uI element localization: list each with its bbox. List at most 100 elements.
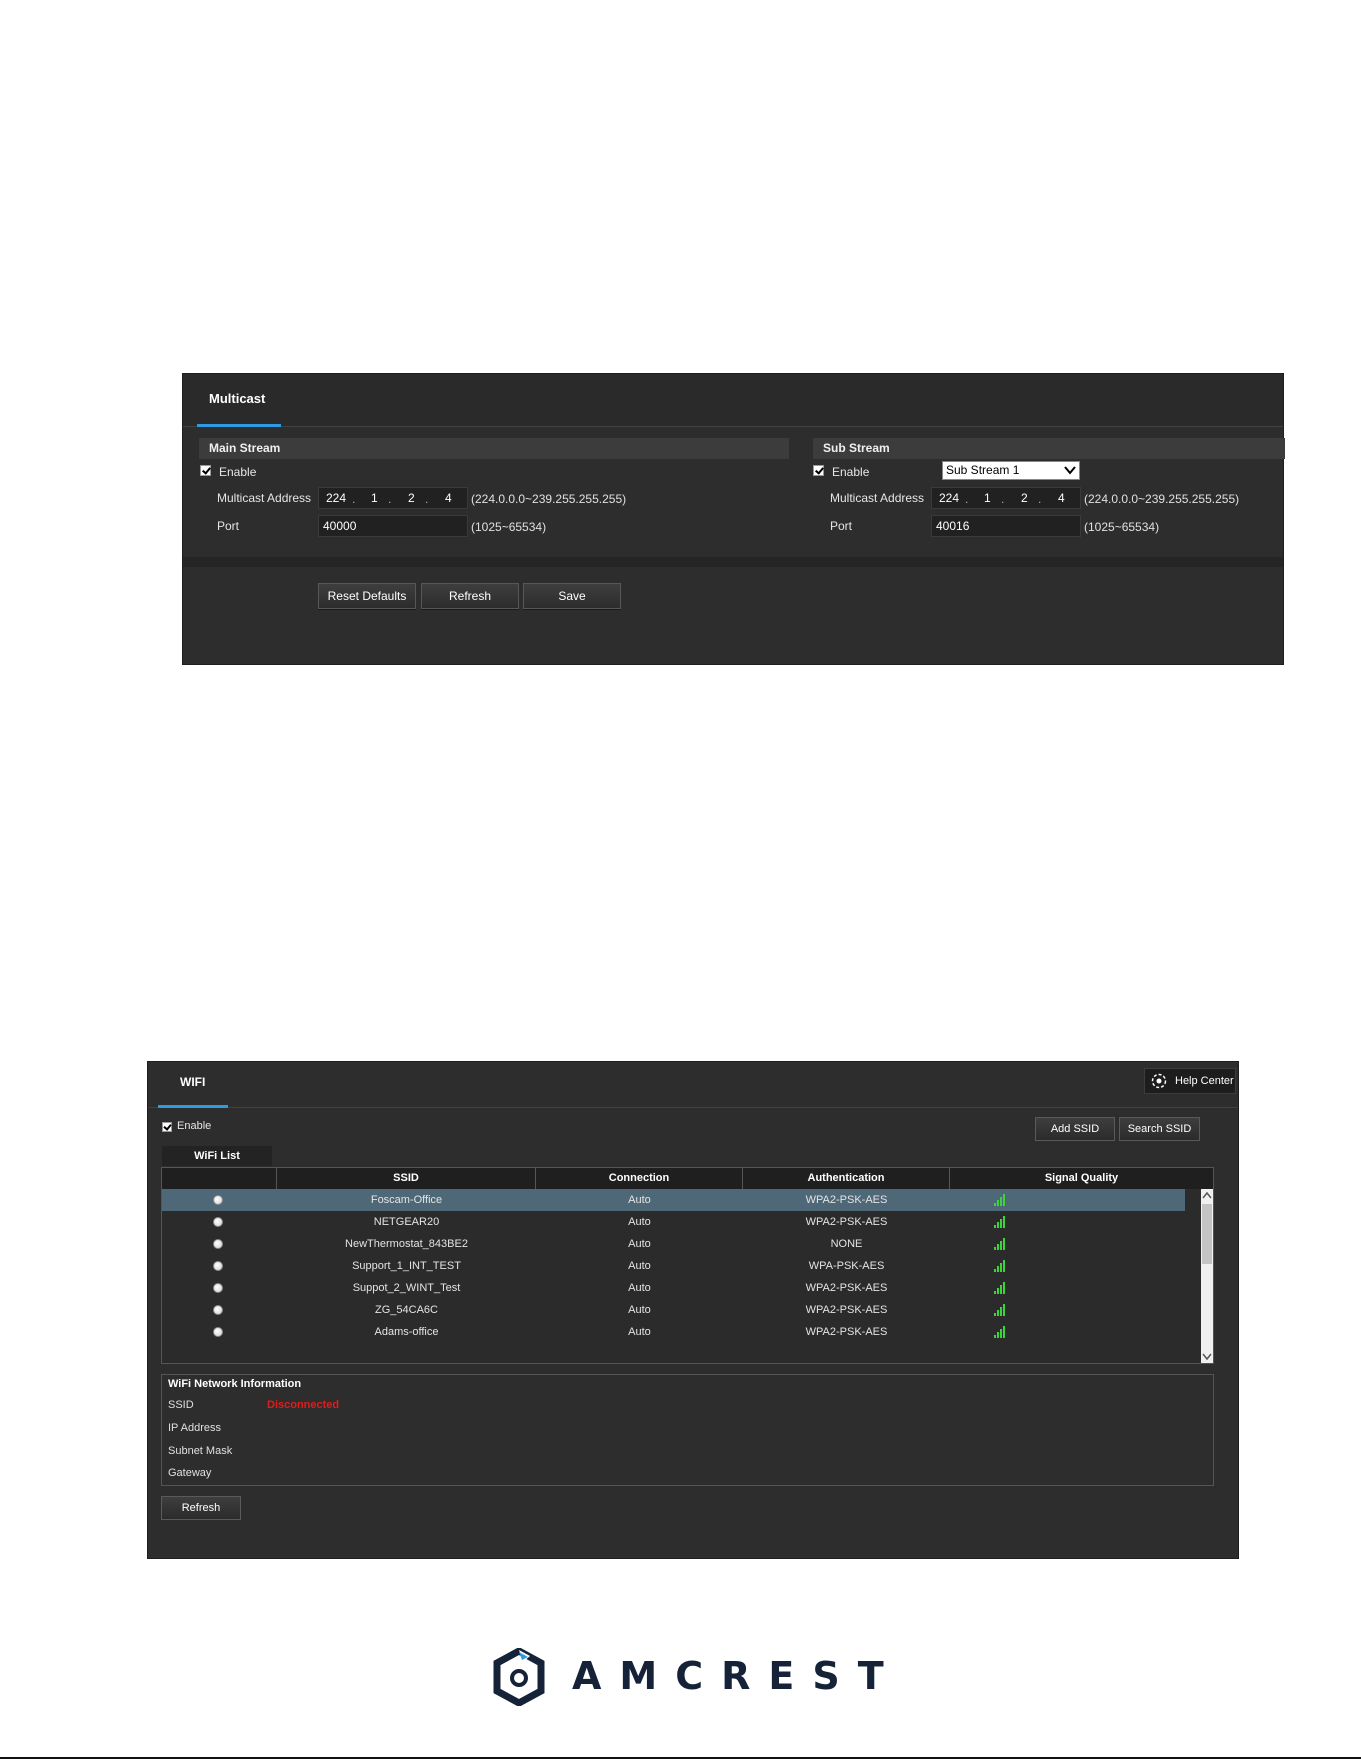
table-header: SSID Connection Authentication Signal Qu… (162, 1168, 1213, 1189)
ssid-cell: NewThermostat_843BE2 (345, 1238, 468, 1250)
ip-separator: . (352, 492, 356, 506)
save-button[interactable]: Save (523, 583, 621, 609)
ssid-cell: NETGEAR20 (373, 1216, 440, 1228)
main-stream-enable-checkbox[interactable] (200, 465, 211, 476)
column-header-select (162, 1168, 277, 1189)
ip-octet: 2 (408, 491, 415, 505)
main-stream-enable-label: Enable (219, 465, 257, 479)
multicast-panel: Multicast Main Stream Enable Multicast A… (182, 373, 1285, 665)
tab-multicast[interactable]: Multicast (197, 374, 281, 427)
row-select-radio[interactable] (213, 1217, 223, 1227)
table-row[interactable]: Suppot_2_WINT_Test Auto WPA2-PSK-AES (162, 1277, 1185, 1299)
wifi-list-table: SSID Connection Authentication Signal Qu… (161, 1167, 1214, 1364)
signal-strength-icon (994, 1304, 1008, 1316)
authentication-cell: WPA2-PSK-AES (805, 1216, 888, 1228)
table-scrollbar[interactable] (1201, 1189, 1213, 1363)
help-center-button[interactable]: Help Center (1144, 1068, 1236, 1094)
ip-separator: . (965, 492, 969, 506)
ip-separator: . (425, 492, 429, 506)
sub-stream-select-value: Sub Stream 1 (946, 463, 1020, 477)
sub-multicast-address-label: Multicast Address (830, 491, 925, 505)
sub-stream-enable-label: Enable (832, 465, 870, 479)
amcrest-logo: AMCREST (492, 1648, 884, 1708)
wifi-info-ssid-label: SSID (168, 1399, 194, 1411)
connection-cell: Auto (628, 1194, 651, 1206)
ssid-cell: Foscam-Office (370, 1194, 443, 1206)
wifi-info-title: WiFi Network Information (168, 1378, 302, 1390)
column-header-authentication: Authentication (743, 1168, 950, 1189)
connection-cell: Auto (628, 1260, 651, 1272)
ip-separator: . (1038, 492, 1042, 506)
table-row[interactable]: Adams-office Auto WPA2-PSK-AES (162, 1321, 1185, 1343)
table-row[interactable]: NETGEAR20 Auto WPA2-PSK-AES (162, 1211, 1185, 1233)
row-select-radio[interactable] (213, 1305, 223, 1315)
search-ssid-button[interactable]: Search SSID (1119, 1117, 1200, 1141)
amcrest-logo-mark (493, 1648, 545, 1706)
wifi-info-ip-label: IP Address (168, 1422, 221, 1434)
refresh-button[interactable]: Refresh (421, 583, 519, 609)
row-select-radio[interactable] (213, 1261, 223, 1271)
signal-strength-icon (994, 1282, 1008, 1294)
sub-stream-enable-checkbox[interactable] (813, 465, 824, 476)
connection-cell: Auto (628, 1326, 651, 1338)
sub-port-input[interactable]: 40016 (931, 515, 1081, 537)
help-center-icon (1151, 1073, 1167, 1089)
ip-octet: 4 (1058, 491, 1065, 505)
connection-cell: Auto (628, 1238, 651, 1250)
sub-multicast-address-input[interactable]: 224 . 1 . 2 . 4 (931, 487, 1081, 509)
table-row[interactable]: ZG_54CA6C Auto WPA2-PSK-AES (162, 1299, 1185, 1321)
main-address-range-hint: (224.0.0.0~239.255.255.255) (471, 492, 627, 506)
add-ssid-button[interactable]: Add SSID (1035, 1117, 1115, 1141)
chevron-down-icon[interactable] (1202, 1350, 1212, 1362)
wifi-refresh-button[interactable]: Refresh (161, 1496, 241, 1520)
tab-active-indicator (197, 424, 281, 427)
main-port-range-hint: (1025~65534) (471, 520, 547, 534)
sub-address-range-hint: (224.0.0.0~239.255.255.255) (1084, 492, 1240, 506)
tab-multicast-label: Multicast (209, 391, 266, 406)
ssid-cell: ZG_54CA6C (375, 1304, 438, 1316)
connection-cell: Auto (628, 1216, 651, 1228)
signal-strength-icon (994, 1260, 1008, 1272)
signal-strength-icon (994, 1216, 1008, 1228)
signal-strength-icon (994, 1238, 1008, 1250)
authentication-cell: WPA2-PSK-AES (805, 1326, 888, 1338)
ip-octet: 224 (326, 491, 347, 505)
wifi-list-tab[interactable]: WiFi List (162, 1146, 272, 1166)
tab-active-indicator (158, 1105, 228, 1108)
column-header-connection: Connection (536, 1168, 743, 1189)
wifi-enable-label: Enable (177, 1120, 212, 1132)
table-row[interactable]: NewThermostat_843BE2 Auto NONE (162, 1233, 1185, 1255)
wifi-info-mask-label: Subnet Mask (168, 1445, 233, 1457)
tab-wifi[interactable]: WIFI (158, 1062, 228, 1108)
ssid-cell: Support_1_INT_TEST (352, 1260, 461, 1272)
tab-wifi-label: WIFI (180, 1075, 206, 1089)
sub-stream-select[interactable]: Sub Stream 1 (942, 461, 1080, 480)
reset-defaults-button[interactable]: Reset Defaults (318, 583, 416, 609)
wifi-panel: WIFI Help Center Enable Add SSID Search … (147, 1061, 1239, 1559)
column-header-ssid: SSID (277, 1168, 536, 1189)
row-select-radio[interactable] (213, 1327, 223, 1337)
signal-strength-icon (994, 1326, 1008, 1338)
wifi-enable-checkbox[interactable] (162, 1122, 172, 1132)
authentication-cell: WPA2-PSK-AES (805, 1304, 888, 1316)
main-multicast-address-label: Multicast Address (217, 491, 312, 505)
main-port-input[interactable]: 40000 (318, 515, 468, 537)
column-header-signal-quality: Signal Quality (1044, 1172, 1119, 1184)
ip-octet: 4 (445, 491, 452, 505)
row-select-radio[interactable] (213, 1239, 223, 1249)
sub-stream-title: Sub Stream (813, 438, 1285, 459)
amcrest-logo-text: AMCREST (572, 1654, 902, 1698)
authentication-cell: WPA2-PSK-AES (805, 1282, 888, 1294)
table-row[interactable]: Foscam-Office Auto WPA2-PSK-AES (162, 1189, 1185, 1211)
multicast-header: Multicast (183, 374, 1283, 427)
ip-octet: 1 (984, 491, 991, 505)
ssid-cell: Adams-office (374, 1326, 439, 1338)
scrollbar-thumb[interactable] (1202, 1204, 1212, 1264)
main-multicast-address-input[interactable]: 224 . 1 . 2 . 4 (318, 487, 468, 509)
chevron-up-icon[interactable] (1202, 1190, 1212, 1202)
row-select-radio[interactable] (213, 1283, 223, 1293)
authentication-cell: WPA2-PSK-AES (805, 1194, 888, 1206)
row-select-radio[interactable] (213, 1195, 223, 1205)
wifi-info-gateway-label: Gateway (168, 1467, 212, 1479)
table-row[interactable]: Support_1_INT_TEST Auto WPA-PSK-AES (162, 1255, 1185, 1277)
